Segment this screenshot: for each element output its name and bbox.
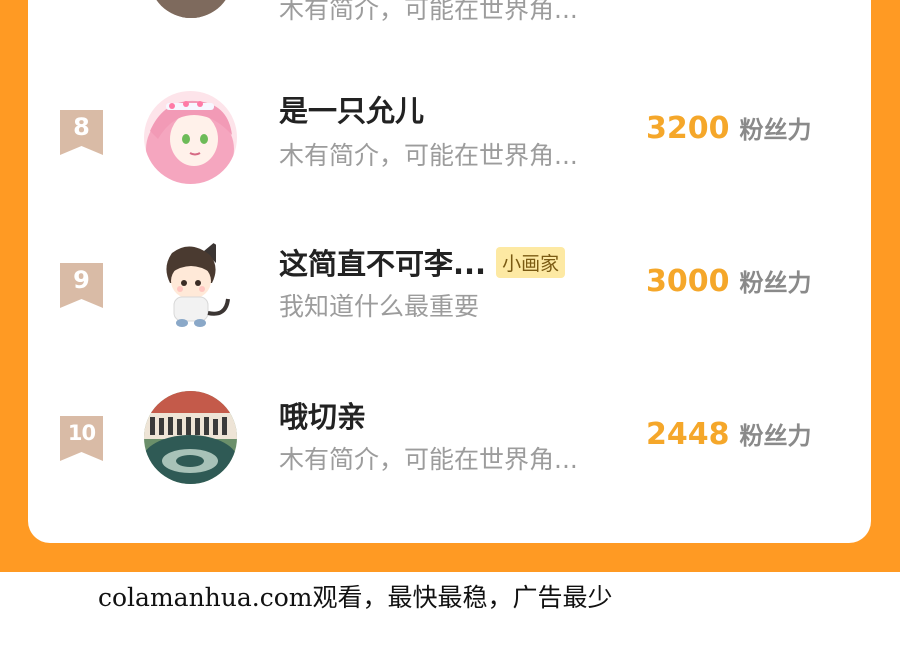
rank-badge: 8 [60,110,103,155]
user-name-line: 哦切亲 [279,395,366,435]
avatar [149,0,233,18]
user-bio: 木有简介，可能在世界角... [279,141,578,170]
user-bio: 木有简介，可能在世界角... [279,0,578,24]
fan-score: 3200 粉丝力 [646,110,812,146]
fan-score-unit: 粉丝力 [739,269,812,297]
list-item[interactable]: 10 哦切亲 木有简介，可能在世界角... 2448 粉丝力 [0,361,900,511]
fan-score-unit: 粉丝力 [739,422,812,450]
list-item[interactable]: 8 是一只允儿 木有简介，可能在世界角... 3200 粉丝力 [0,55,900,205]
footer-watermark-text: colamanhua.com观看，最快最稳，广告最少 [98,583,613,612]
previous-row-partial[interactable]: 木有简介，可能在世界角... [0,0,900,28]
fan-score-unit: 粉丝力 [739,116,812,144]
fan-score-value: 2448 [646,417,730,452]
user-title-badge: 小画家 [496,246,566,278]
user-bio: 木有简介，可能在世界角... [279,445,578,474]
rank-badge: 9 [60,263,103,308]
rank-badge: 10 [60,416,103,461]
user-name-line: 这简直不可李... 小画家 [279,241,566,283]
fan-score-value: 3000 [646,264,730,299]
user-name[interactable]: 哦切亲 [279,394,366,436]
user-bio: 我知道什么最重要 [279,292,480,321]
fan-score: 3000 粉丝力 [646,263,812,299]
user-name-line: 是一只允儿 [279,89,424,129]
fan-score-value: 3200 [646,111,730,146]
user-name[interactable]: 这简直不可李... [279,241,486,283]
avatar [144,237,237,330]
avatar [144,391,237,484]
list-item[interactable]: 9 这简直不可李... 小画家 我知道什么最重要 3000 粉丝力 [0,208,900,358]
avatar [144,91,237,184]
user-name[interactable]: 是一只允儿 [279,88,424,130]
fan-score: 2448 粉丝力 [646,416,812,452]
